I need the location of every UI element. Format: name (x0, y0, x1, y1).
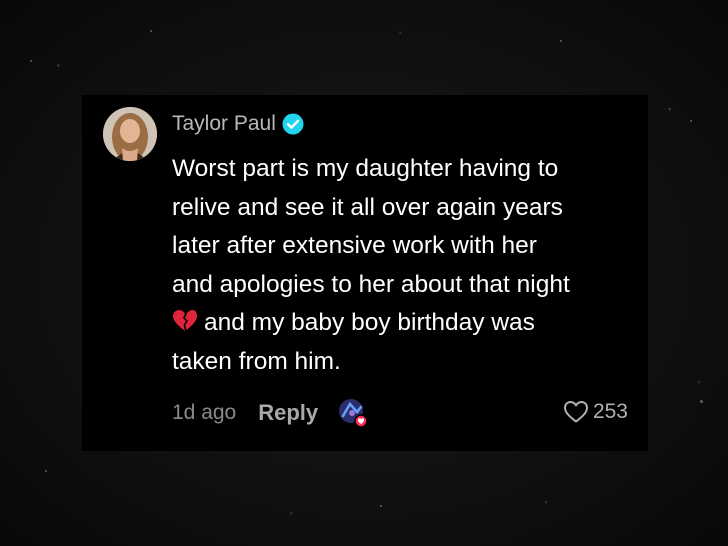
reply-button[interactable]: Reply (258, 400, 318, 426)
background-speck (690, 120, 692, 122)
comment-line: Worst part is my daughter having to (172, 155, 559, 182)
comment-meta: 1d ago Reply (172, 398, 368, 428)
avatar[interactable] (103, 107, 157, 161)
verified-badge-icon (282, 113, 304, 135)
heart-outline-icon (563, 400, 588, 423)
comment-line: later after extensive work with her (172, 232, 537, 259)
comment-line: and my baby boy birthday was (204, 309, 535, 336)
timestamp: 1d ago (172, 401, 237, 424)
comment-text: Worst part is my daughter having to reli… (172, 150, 642, 381)
background-speck (45, 470, 47, 472)
background-speck (380, 505, 382, 507)
creator-liked-badge[interactable] (338, 398, 368, 428)
comment-line: relive and see it all over again years (172, 193, 563, 221)
broken-heart-icon (173, 310, 197, 331)
creator-avatar-icon (339, 399, 368, 428)
like-count: 253 (592, 400, 628, 423)
like-button[interactable]: 253 (563, 400, 628, 424)
background-speck (30, 60, 32, 62)
username[interactable]: Taylor Paul (172, 112, 276, 136)
comment-line: taken from him. (172, 347, 341, 375)
comment-line-with-emoji: and my baby boy birthday was (172, 304, 642, 343)
background-speck (150, 30, 152, 32)
background-speck (700, 400, 703, 403)
username-row: Taylor Paul (172, 112, 304, 136)
background-speck (560, 40, 562, 42)
comment-card: Taylor Paul Worst part is my daughter ha… (82, 95, 648, 451)
avatar-photo (103, 107, 157, 161)
comment-line: and apologies to her about that night (172, 270, 570, 298)
